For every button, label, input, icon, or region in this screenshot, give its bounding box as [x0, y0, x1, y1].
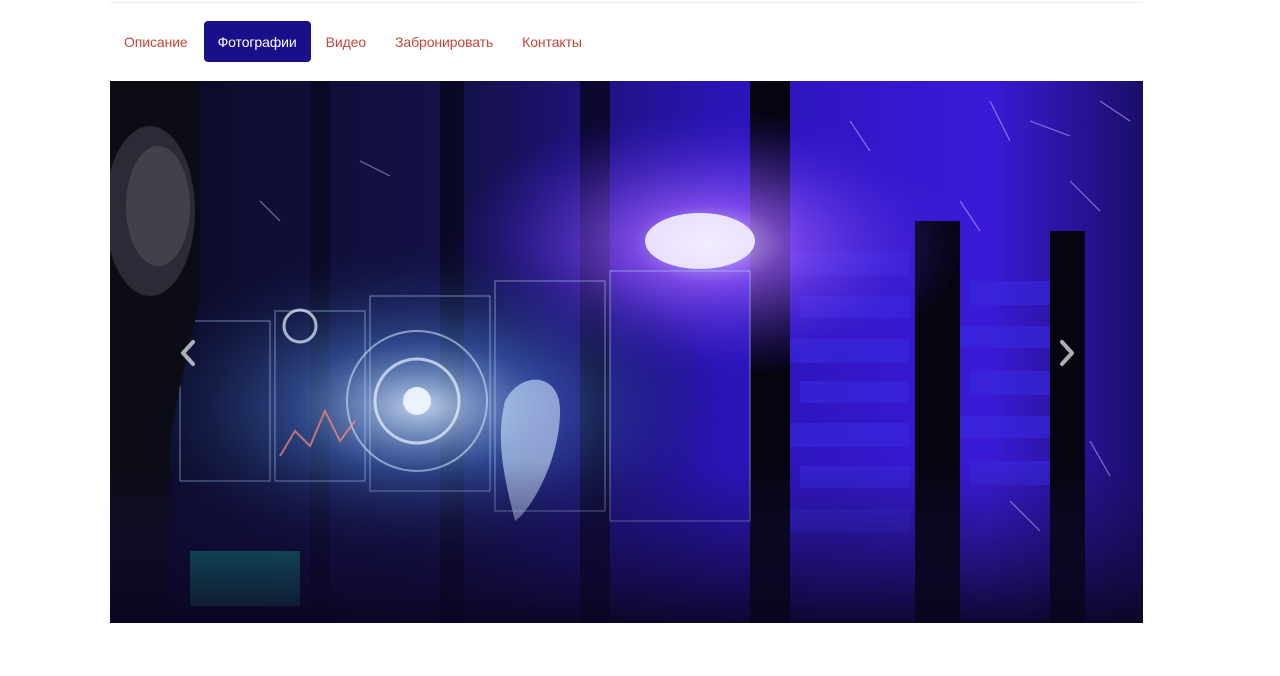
chevron-left-icon	[181, 340, 195, 366]
page: Описание Фотографии Видео Забронировать …	[0, 0, 1280, 676]
chevron-right-icon	[1060, 340, 1074, 366]
carousel-next-button[interactable]	[1047, 331, 1087, 375]
tab-booking[interactable]: Забронировать	[381, 21, 507, 62]
carousel-photo	[110, 81, 1143, 623]
tab-description[interactable]: Описание	[110, 21, 202, 62]
section-tabs: Описание Фотографии Видео Забронировать …	[110, 21, 597, 62]
carousel-prev-button[interactable]	[168, 331, 208, 375]
top-divider	[110, 2, 1143, 3]
tab-contacts[interactable]: Контакты	[508, 21, 596, 62]
photo-carousel	[110, 81, 1143, 623]
tab-photos[interactable]: Фотографии	[203, 21, 311, 62]
tab-video[interactable]: Видео	[312, 21, 380, 62]
